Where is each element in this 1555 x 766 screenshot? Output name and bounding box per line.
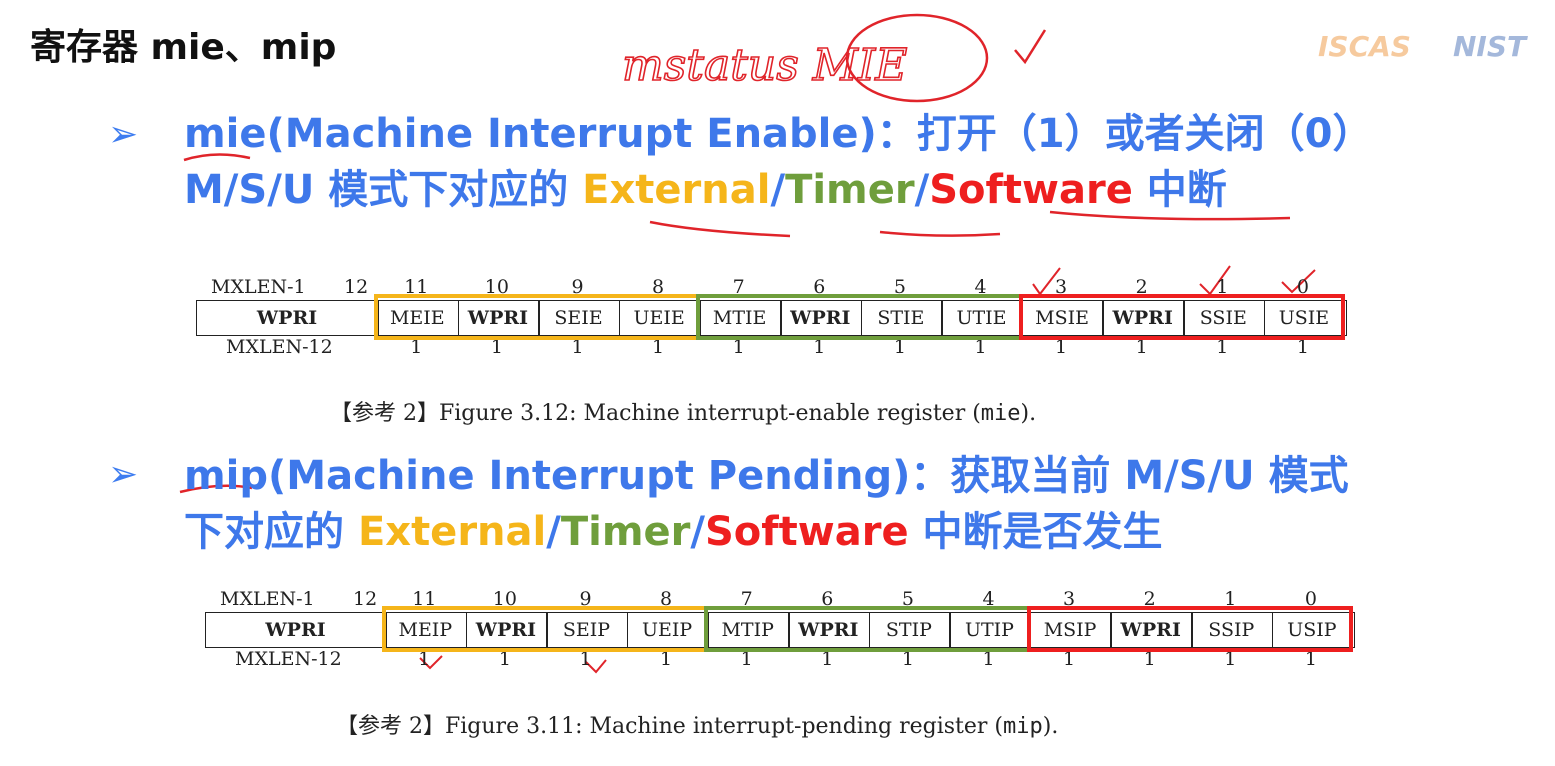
mie-description: mie(Machine Interrupt Enable)：打开（1）或者关闭（…	[184, 106, 1372, 218]
bullet-icon: ➢	[108, 114, 139, 155]
handwritten-note: mstatus MIE	[622, 40, 907, 91]
bullet-icon: ➢	[108, 454, 139, 495]
field-wpri-high: WPRI	[265, 619, 326, 641]
handwritten-circle	[845, 13, 989, 103]
external-group-frame	[374, 294, 701, 340]
timer-group-frame	[696, 294, 1023, 340]
bit-label-high: MXLEN-1	[211, 276, 306, 298]
mip-line1: mip(Machine Interrupt Pending)：获取当前 M/S/…	[184, 453, 1349, 499]
mie-line1: mie(Machine Interrupt Enable)：打开（1）或者关闭（…	[184, 111, 1373, 157]
software-group-frame	[1026, 606, 1354, 652]
check-mark-icon	[1014, 29, 1047, 65]
width-label-wpri: MXLEN-12	[226, 336, 333, 358]
mip-description: mip(Machine Interrupt Pending)：获取当前 M/S/…	[184, 448, 1349, 560]
underline-external	[649, 220, 791, 238]
width-label-wpri: MXLEN-12	[235, 648, 342, 670]
bit-label-12: 12	[344, 276, 369, 298]
software-group-frame	[1018, 294, 1346, 340]
timer-group-frame	[704, 606, 1031, 652]
mie-line2: M/S/U 模式下对应的 External/Timer/Software 中断	[184, 167, 1227, 213]
mip-line2: 下对应的 External/Timer/Software 中断是否发生	[184, 509, 1163, 555]
bit-label-high: MXLEN-1	[220, 588, 315, 610]
nist-logo: NIST	[1453, 30, 1527, 63]
mie-caption: 【参考 2】Figure 3.12: Machine interrupt-ena…	[330, 401, 1037, 426]
underline-timer	[879, 230, 1001, 237]
slide-title: 寄存器 mie、mip	[30, 27, 337, 68]
mip-caption: 【参考 2】Figure 3.11: Machine interrupt-pen…	[336, 714, 1059, 739]
iscas-logo: ISCAS	[1318, 30, 1411, 63]
field-wpri-high: WPRI	[256, 307, 318, 329]
external-group-frame	[382, 606, 709, 652]
bit-label-12: 12	[353, 588, 378, 610]
